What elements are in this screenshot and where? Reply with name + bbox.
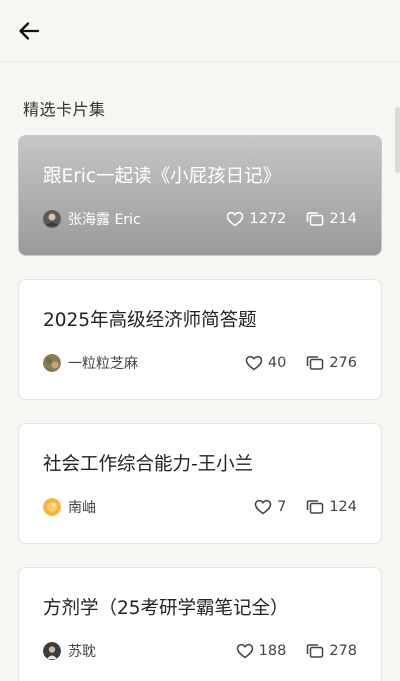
- cards-stat: 124: [306, 499, 357, 515]
- likes-count: 188: [258, 643, 287, 659]
- cards-count: 214: [329, 211, 357, 227]
- cards-stat: 214: [306, 211, 357, 227]
- author-name: 苏耽: [68, 644, 96, 660]
- card-stats: 40 276: [225, 355, 357, 371]
- heart-icon: [236, 643, 253, 659]
- cards-stat: 278: [306, 643, 357, 659]
- author-name: 张海露 Eric: [68, 212, 141, 228]
- heart-icon: [227, 211, 244, 227]
- card-meta: 南岫 7 124: [43, 497, 357, 517]
- avatar: [43, 354, 61, 372]
- card-title: 2025年高级经济师简答题: [43, 310, 257, 331]
- card-stats: 7 124: [234, 499, 357, 515]
- cards-count: 276: [329, 355, 357, 371]
- likes-stat[interactable]: 188: [236, 643, 287, 659]
- likes-count: 1272: [249, 211, 287, 227]
- section-title: 精选卡片集: [23, 100, 106, 119]
- heart-icon: [245, 355, 263, 371]
- cards-stack-icon: [307, 212, 324, 226]
- cards-stack-icon: [307, 500, 324, 514]
- cards-stack-icon: [307, 356, 324, 370]
- content-area: 精选卡片集 跟Eric一起读《小屁孩日记》 张海露 Eric 1272 214 …: [0, 63, 400, 681]
- card-stats: 188 278: [216, 643, 357, 659]
- card-meta: 苏耽 188 278: [43, 641, 357, 661]
- likes-stat[interactable]: 7: [254, 499, 286, 515]
- card-item[interactable]: 方剂学（25考研学霸笔记全） 苏耽 188 278: [18, 567, 382, 681]
- scrollbar[interactable]: [395, 107, 400, 173]
- card-stats: 1272 214: [206, 211, 357, 227]
- author-name: 南岫: [68, 500, 96, 516]
- cards-count: 124: [329, 499, 357, 515]
- cards-stack-icon: [307, 644, 324, 658]
- likes-count: 40: [267, 355, 287, 371]
- back-button[interactable]: [14, 16, 44, 46]
- avatar: [43, 642, 61, 660]
- card-item[interactable]: 跟Eric一起读《小屁孩日记》 张海露 Eric 1272 214: [18, 135, 382, 256]
- card-title: 社会工作综合能力-王小兰: [43, 454, 254, 475]
- arrow-left-icon: [19, 22, 40, 40]
- card-meta: 张海露 Eric 1272 214: [43, 209, 357, 229]
- cards-stat: 276: [306, 355, 357, 371]
- likes-stat[interactable]: 1272: [226, 211, 286, 227]
- avatar: [43, 210, 61, 228]
- heart-icon: [254, 499, 272, 515]
- cards-count: 278: [329, 643, 357, 659]
- top-bar: [0, 0, 400, 62]
- card-item[interactable]: 社会工作综合能力-王小兰 南岫 7 124: [18, 423, 382, 544]
- card-item[interactable]: 2025年高级经济师简答题 一粒粒芝麻 40 276: [18, 279, 382, 400]
- avatar: [43, 498, 61, 516]
- card-title: 跟Eric一起读《小屁孩日记》: [43, 166, 282, 187]
- author-name: 一粒粒芝麻: [68, 356, 138, 372]
- likes-stat[interactable]: 40: [245, 355, 286, 371]
- card-title: 方剂学（25考研学霸笔记全）: [43, 598, 289, 619]
- likes-count: 7: [277, 499, 287, 515]
- card-meta: 一粒粒芝麻 40 276: [43, 353, 357, 373]
